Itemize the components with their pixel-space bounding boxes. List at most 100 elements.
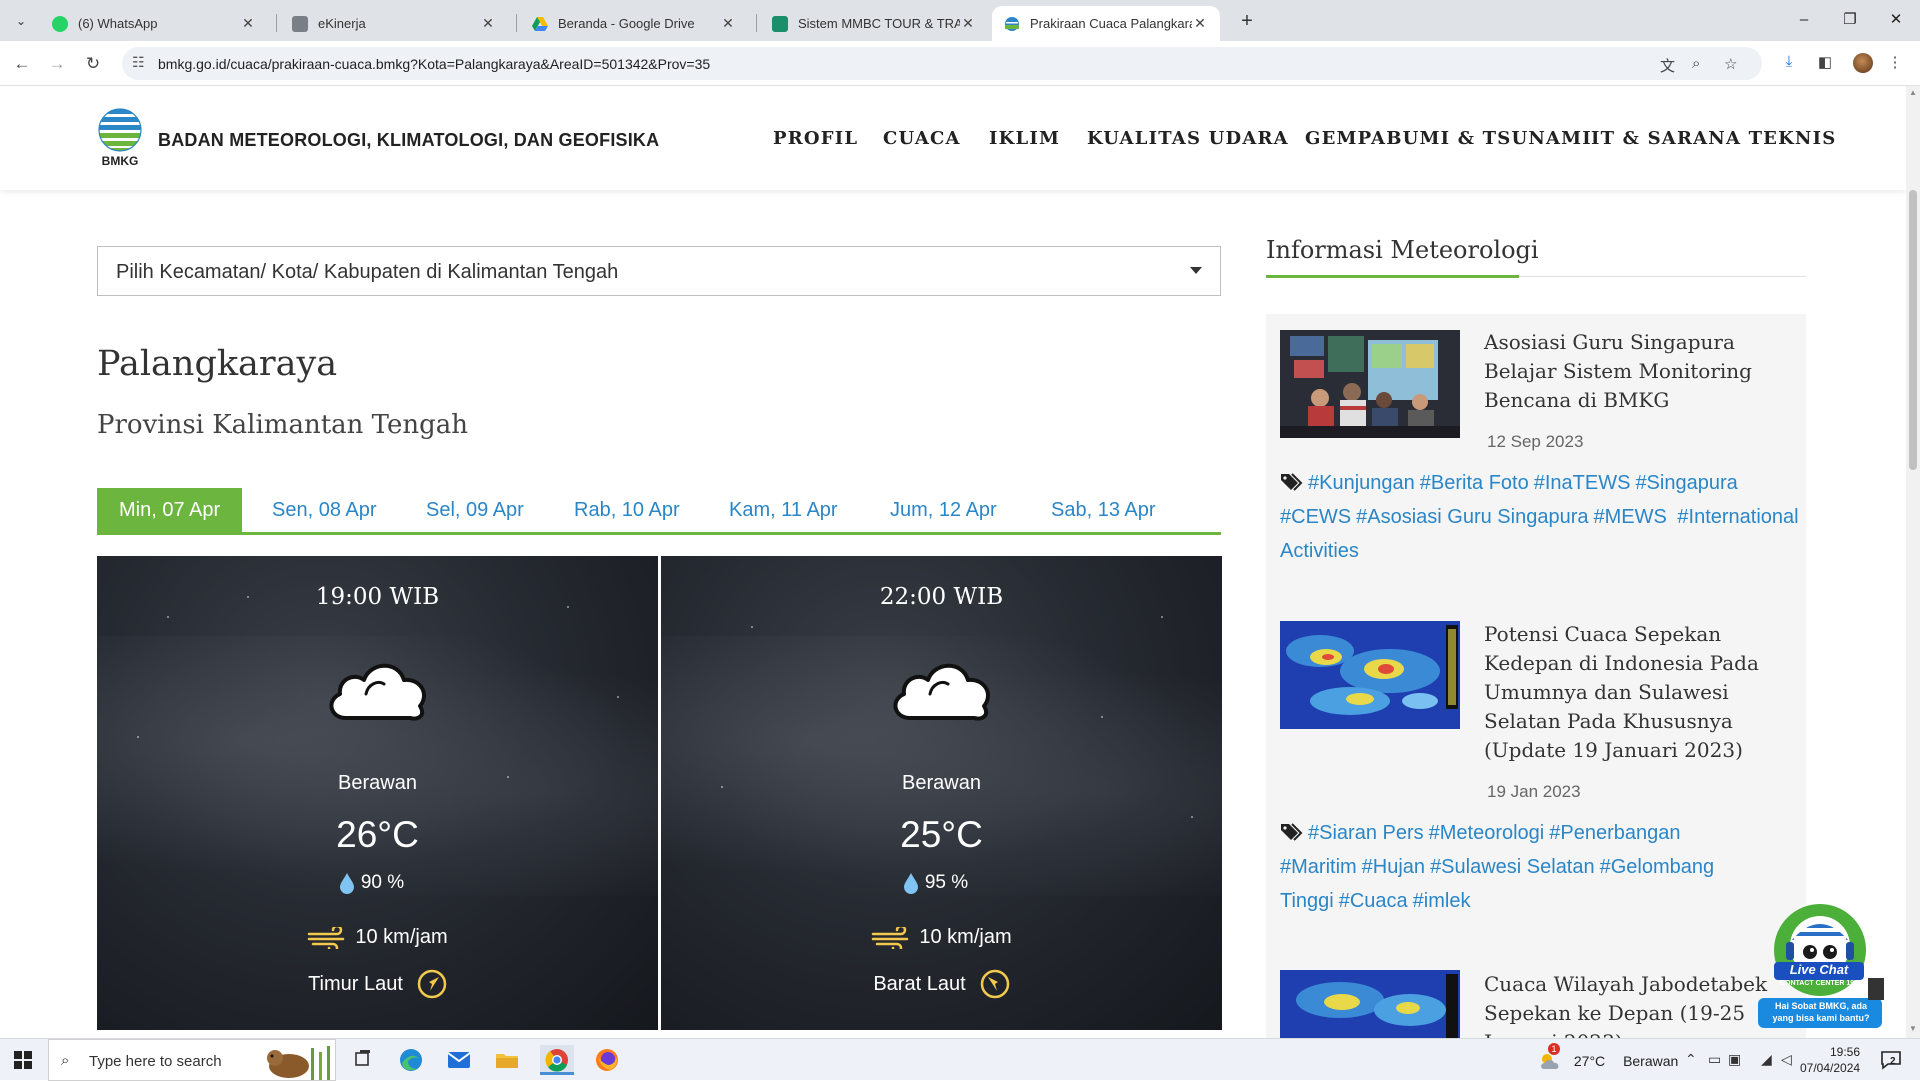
translate-icon[interactable]: 文	[1660, 55, 1675, 76]
nav-iklim[interactable]: IKLIM	[989, 128, 1060, 149]
close-window-icon[interactable]: ✕	[1876, 6, 1916, 34]
news-tag-link[interactable]: #imlek	[1413, 890, 1471, 912]
day-tab-sab-13-apr[interactable]: Sab, 13 Apr	[1051, 488, 1156, 532]
page-scrollbar[interactable]: ▲ ▼	[1906, 86, 1920, 1038]
news-tag-link[interactable]: #Berita Foto	[1420, 472, 1529, 494]
news-tag-link[interactable]: #CEWS	[1280, 506, 1351, 528]
region-select[interactable]: Pilih Kecamatan/ Kota/ Kabupaten di Kali…	[97, 246, 1221, 296]
edge-browser-icon[interactable]	[394, 1045, 428, 1075]
tab-prakiraan-cuaca[interactable]: Prakiraan Cuaca Palangkaraya - ✕	[992, 6, 1220, 41]
day-tab-sel-09-apr[interactable]: Sel, 09 Apr	[426, 488, 524, 532]
forecast-card[interactable]: 22:00 WIB Berawan 25°C 95 % 10 km/jam Ba…	[661, 556, 1222, 1030]
reload-icon[interactable]: ↻	[80, 51, 106, 77]
news-title[interactable]: Asosiasi Guru Singapura Belajar Sistem M…	[1484, 328, 1784, 415]
google-drive-favicon-icon	[532, 16, 548, 31]
news-photo-monitoring-room	[1280, 330, 1460, 438]
download-icon[interactable]: ⤓	[1778, 53, 1800, 75]
close-tab-icon[interactable]: ✕	[960, 15, 976, 32]
news-date: 19 Jan 2023	[1487, 782, 1581, 801]
scroll-up-icon[interactable]: ▲	[1909, 88, 1917, 97]
bookmark-star-icon[interactable]: ☆	[1724, 55, 1737, 73]
news-tag-link[interactable]: #Kunjungan	[1308, 472, 1415, 494]
tab-google-drive[interactable]: Beranda - Google Drive ✕	[520, 6, 748, 41]
browser-menu-icon[interactable]: ⋮	[1884, 53, 1906, 75]
whatsapp-favicon-icon	[52, 15, 68, 32]
day-tab-kam-11-apr[interactable]: Kam, 11 Apr	[729, 488, 838, 532]
tab-search-chevron-icon[interactable]: ⌄	[10, 10, 32, 32]
live-chat-label[interactable]: Live Chat	[1784, 962, 1854, 977]
restore-window-icon[interactable]: ❐	[1830, 6, 1870, 34]
windows-start-icon[interactable]	[14, 1051, 32, 1069]
organization-name[interactable]: BADAN METEOROLOGI, KLIMATOLOGI, DAN GEOF…	[158, 130, 659, 151]
news-tag-link[interactable]: #MEWS	[1593, 506, 1666, 528]
browser-tab-strip: ⌄ (6) WhatsApp ✕ eKinerja ✕ Beranda - Go…	[0, 0, 1920, 41]
day-tab-jum-12-apr[interactable]: Jum, 12 Apr	[890, 488, 997, 532]
mail-icon[interactable]	[442, 1045, 476, 1075]
region-select-value: Pilih Kecamatan/ Kota/ Kabupaten di Kali…	[116, 261, 619, 283]
minimize-window-icon[interactable]: ‒	[1784, 6, 1824, 34]
tab-ekinerja[interactable]: eKinerja ✕	[280, 6, 508, 41]
day-tab-sen-08-apr[interactable]: Sen, 08 Apr	[272, 488, 377, 532]
news-thumbnail[interactable]	[1280, 330, 1460, 438]
notification-center-icon[interactable]: 2	[1880, 1050, 1904, 1075]
url-text[interactable]: bmkg.go.id/cuaca/prakiraan-cuaca.bmkg?Ko…	[158, 56, 710, 72]
battery-icon[interactable]: ▭	[1708, 1051, 1721, 1068]
browser-toolbar: ← → ↻ ☷ bmkg.go.id/cuaca/prakiraan-cuaca…	[0, 41, 1920, 86]
nav-kualitas-udara[interactable]: KUALITAS UDARA	[1087, 128, 1289, 149]
star-dot	[137, 736, 139, 738]
nav-cuaca[interactable]: CUACA	[883, 128, 961, 149]
tab-whatsapp[interactable]: (6) WhatsApp ✕	[40, 6, 268, 41]
news-tag-link[interactable]: #Asosiasi Guru Singapura	[1356, 506, 1588, 528]
file-explorer-icon[interactable]	[490, 1045, 524, 1075]
bmkg-logo-icon[interactable]: BMKG	[97, 108, 143, 168]
live-chat-widget[interactable]: Live Chat CONTACT CENTER 196 Hai Sobat B…	[1756, 902, 1886, 1028]
news-thumbnail[interactable]	[1280, 621, 1460, 729]
news-tag-link[interactable]: #Hujan	[1362, 856, 1425, 878]
network-icon[interactable]: ◢	[1761, 1051, 1772, 1068]
news-title[interactable]: Potensi Cuaca Sepekan Kedepan di Indones…	[1484, 620, 1784, 765]
show-hidden-icons-chevron-icon[interactable]: ⌃	[1685, 1051, 1697, 1068]
forecast-card[interactable]: 19:00 WIB Berawan 26°C 90 % 10 km/jam Ti…	[97, 556, 658, 1030]
day-tab-rab-10-apr[interactable]: Rab, 10 Apr	[574, 488, 680, 532]
close-tab-icon[interactable]: ✕	[240, 15, 256, 32]
close-tab-icon[interactable]: ✕	[720, 15, 736, 32]
speaker-volume-icon[interactable]: ◁	[1781, 1051, 1792, 1068]
task-view-icon[interactable]	[346, 1045, 380, 1075]
news-tag-link[interactable]: #Sulawesi Selatan	[1430, 856, 1595, 878]
day-tab-min-07-apr[interactable]: Min, 07 Apr	[97, 488, 243, 532]
cloud-icon	[893, 663, 990, 721]
address-bar[interactable]: ☷ bmkg.go.id/cuaca/prakiraan-cuaca.bmkg?…	[122, 47, 1762, 80]
meet-now-icon[interactable]: ▣	[1728, 1051, 1741, 1068]
taskbar-clock[interactable]: 19:56 07/04/2024	[1800, 1044, 1860, 1076]
nav-gempabumi-tsunami[interactable]: GEMPABUMI & TSUNAMI	[1305, 128, 1592, 149]
news-tag-link[interactable]: #Singapura	[1635, 472, 1737, 494]
site-info-icon[interactable]: ☷	[132, 54, 145, 71]
news-tag-link[interactable]: #Penerbangan	[1549, 822, 1680, 844]
live-chat-bubble-text[interactable]: Hai Sobat BMKG, ada yang bisa kami bantu…	[1764, 1000, 1878, 1024]
taskbar-search-box[interactable]: ⌕ Type here to search	[48, 1039, 336, 1081]
news-thumbnail[interactable]	[1280, 970, 1460, 1038]
chrome-browser-icon[interactable]	[540, 1045, 574, 1075]
nav-profil[interactable]: PROFIL	[773, 128, 858, 149]
nav-it-sarana-teknis[interactable]: IT & SARANA TEKNIS	[1591, 128, 1836, 149]
side-panel-icon[interactable]: ◧	[1814, 53, 1836, 75]
profile-avatar[interactable]	[1853, 53, 1873, 73]
zoom-icon[interactable]: ⌕	[1692, 55, 1700, 72]
scrollbar-thumb[interactable]	[1909, 190, 1917, 470]
forward-arrow-icon[interactable]: →	[44, 51, 70, 77]
taskbar-weather[interactable]: 1 27°C Berawan	[1538, 1043, 1678, 1071]
news-tag-link[interactable]: #Siaran Pers	[1308, 822, 1424, 844]
news-tag-link[interactable]: #Maritim	[1280, 856, 1357, 878]
close-tab-icon[interactable]: ✕	[1192, 15, 1208, 32]
close-tab-icon[interactable]: ✕	[480, 15, 496, 32]
news-tag-link[interactable]: #Meteorologi	[1429, 822, 1545, 844]
firefox-browser-icon[interactable]	[590, 1045, 624, 1075]
forecast-humidity: 90 %	[97, 872, 658, 894]
scroll-down-icon[interactable]: ▼	[1909, 1024, 1917, 1033]
new-tab-button[interactable]: +	[1234, 8, 1260, 34]
news-tag-link[interactable]: #InaTEWS	[1534, 472, 1631, 494]
tab-mmbc-tour[interactable]: Sistem MMBC TOUR & TRAVEL ✕	[760, 6, 988, 41]
back-arrow-icon[interactable]: ←	[9, 51, 35, 77]
news-title[interactable]: Cuaca Wilayah Jabodetabek Sepekan ke Dep…	[1484, 970, 1784, 1038]
news-tag-link[interactable]: #Cuaca	[1339, 890, 1408, 912]
